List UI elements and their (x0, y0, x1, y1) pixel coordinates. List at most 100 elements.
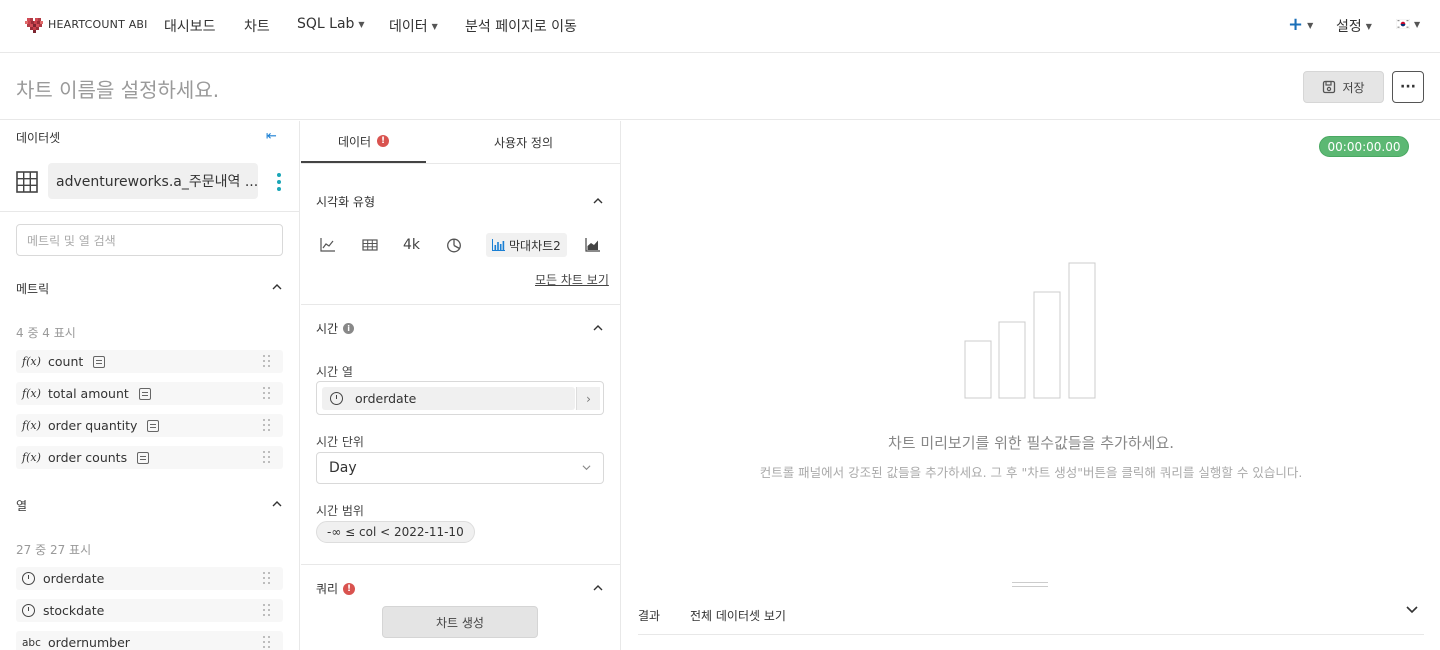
nav-sql-lab[interactable]: SQL Lab ▼ (297, 16, 365, 32)
viz-type-section-title: 시각화 유형 (316, 193, 375, 210)
ellipsis-icon: ··· (1400, 79, 1416, 95)
more-options-button[interactable]: ··· (1392, 71, 1424, 103)
time-column-pill[interactable]: orderdate (322, 387, 575, 410)
line-chart-icon[interactable] (320, 233, 336, 257)
nav-chart[interactable]: 차트 (244, 16, 270, 36)
calculator-icon (147, 419, 160, 432)
caret-down-icon: ▼ (1414, 19, 1421, 29)
bar-chart2-viz-button[interactable]: 막대차트2 (486, 233, 567, 257)
string-type-icon: abc (22, 636, 41, 649)
caret-down-icon: ▼ (431, 21, 438, 31)
caret-down-icon: ▼ (1307, 20, 1314, 30)
app-logo[interactable]: HEARTCOUNT ABI (24, 14, 148, 34)
metric-label: order counts (48, 450, 128, 465)
nav-go-analysis-label: 분석 페이지로 이동 (465, 19, 577, 35)
function-icon: f(x) (22, 419, 41, 432)
chevron-up-icon[interactable] (272, 499, 282, 509)
error-icon: ! (343, 582, 356, 595)
nav-data[interactable]: 데이터 ▼ (389, 16, 438, 36)
drag-handle-icon[interactable] (263, 572, 271, 585)
tab-data[interactable]: 데이터 ! (301, 121, 426, 163)
viz-type-row: 4k 막대차트2 (315, 233, 607, 257)
tab-results[interactable]: 결과 (638, 607, 660, 624)
caret-down-icon: ▼ (358, 19, 365, 29)
drag-handle-icon[interactable] (263, 419, 271, 432)
big-number-chart-icon[interactable]: 4k (403, 233, 420, 257)
drag-handle-icon[interactable] (263, 636, 271, 649)
settings-menu[interactable]: 설정 ▼ (1336, 16, 1372, 36)
korean-flag-icon (1396, 19, 1410, 29)
chevron-up-icon[interactable] (593, 323, 603, 333)
save-icon (1323, 80, 1336, 94)
metric-label: order quantity (48, 418, 138, 433)
divider (301, 564, 621, 565)
divider (0, 211, 300, 212)
chart-title-input[interactable]: 차트 이름을 설정하세요. (16, 74, 219, 103)
metric-item[interactable]: f(x) order quantity (16, 414, 283, 437)
tab-full-dataset[interactable]: 전체 데이터셋 보기 (690, 607, 786, 624)
tab-customize[interactable]: 사용자 정의 (426, 121, 621, 163)
time-section-title: 시간 i (316, 320, 355, 337)
time-grain-label: 시간 단위 (316, 435, 364, 449)
info-icon[interactable]: i (343, 323, 355, 334)
time-range-label: 시간 범위 (316, 504, 364, 518)
function-icon: f(x) (22, 387, 41, 400)
calculator-icon (138, 387, 151, 400)
calculator-icon (93, 355, 106, 368)
metric-item[interactable]: f(x) total amount (16, 382, 283, 405)
metric-column-search-input[interactable]: 메트릭 및 열 검색 (16, 224, 283, 256)
nav-dashboard[interactable]: 대시보드 (164, 16, 216, 36)
nav-go-analysis[interactable]: 분석 페이지로 이동 (465, 16, 577, 36)
chevron-up-icon[interactable] (593, 196, 603, 206)
empty-state-description: 컨트롤 패널에서 강조된 값들을 추가하세요. 그 후 "차트 생성"버튼을 클… (759, 465, 1303, 480)
save-button[interactable]: 저장 (1303, 71, 1384, 103)
clock-icon (22, 572, 35, 585)
time-grain-select[interactable]: Day (316, 452, 604, 484)
create-chart-label: 차트 생성 (436, 615, 484, 630)
metric-item[interactable]: f(x) count (16, 350, 283, 373)
chevron-up-icon[interactable] (272, 282, 282, 292)
column-item[interactable]: abc ordernumber (16, 631, 283, 650)
collapse-panel-icon[interactable]: ⇤ (266, 129, 277, 144)
language-menu[interactable]: ▼ (1396, 19, 1420, 29)
resize-handle[interactable] (1012, 582, 1048, 587)
metric-label: total amount (48, 386, 129, 401)
dataset-panel: 데이터셋 ⇤ adventureworks.a_주문내역 ... 메트릭 및 열… (0, 121, 300, 650)
table-chart-icon[interactable] (362, 233, 378, 257)
time-range-pill[interactable]: -∞ ≤ col < 2022-11-10 (316, 521, 475, 543)
metrics-count: 4 중 4 표시 (16, 326, 76, 340)
heart-logo-icon (25, 18, 43, 33)
pie-chart-icon[interactable] (446, 233, 462, 257)
drag-handle-icon[interactable] (263, 604, 271, 617)
create-chart-button[interactable]: 차트 생성 (382, 606, 538, 638)
bar-chart2-label: 막대차트2 (509, 238, 561, 253)
dataset-selector[interactable]: adventureworks.a_주문내역 ... (48, 163, 258, 199)
query-timer-badge: 00:00:00.00 (1319, 136, 1409, 157)
chart-preview-panel: 00:00:00.00 차트 미리보기를 위한 필수값들을 추가하세요. 컨트롤… (622, 121, 1440, 650)
time-column-field[interactable]: orderdate › (316, 381, 604, 415)
chevron-down-icon[interactable] (1406, 603, 1418, 615)
add-menu[interactable]: + ▼ (1288, 16, 1313, 34)
drag-handle-icon[interactable] (263, 451, 271, 464)
metrics-section-title: 메트릭 (16, 282, 50, 296)
logo-text: HEARTCOUNT ABI (48, 17, 148, 31)
chevron-right-icon[interactable]: › (576, 387, 600, 410)
calculator-icon (137, 451, 150, 464)
chevron-up-icon[interactable] (593, 583, 603, 593)
bar-chart-icon (492, 239, 505, 251)
nav-sql-lab-label: SQL Lab (297, 16, 355, 32)
column-item[interactable]: stockdate (16, 599, 283, 622)
view-all-charts-link[interactable]: 모든 차트 보기 (535, 271, 609, 288)
time-section-label: 시간 (316, 322, 339, 336)
drag-handle-icon[interactable] (263, 355, 271, 368)
columns-section-title: 열 (16, 499, 28, 513)
dataset-menu-icon[interactable] (276, 173, 282, 191)
column-label: stockdate (43, 603, 105, 618)
area-chart-icon[interactable] (585, 233, 601, 257)
drag-handle-icon[interactable] (263, 387, 271, 400)
metric-item[interactable]: f(x) order counts (16, 446, 283, 469)
column-item[interactable]: orderdate (16, 567, 283, 590)
function-icon: f(x) (22, 451, 41, 464)
table-icon (16, 171, 38, 193)
empty-state-title: 차트 미리보기를 위한 필수값들을 추가하세요. (887, 434, 1175, 452)
